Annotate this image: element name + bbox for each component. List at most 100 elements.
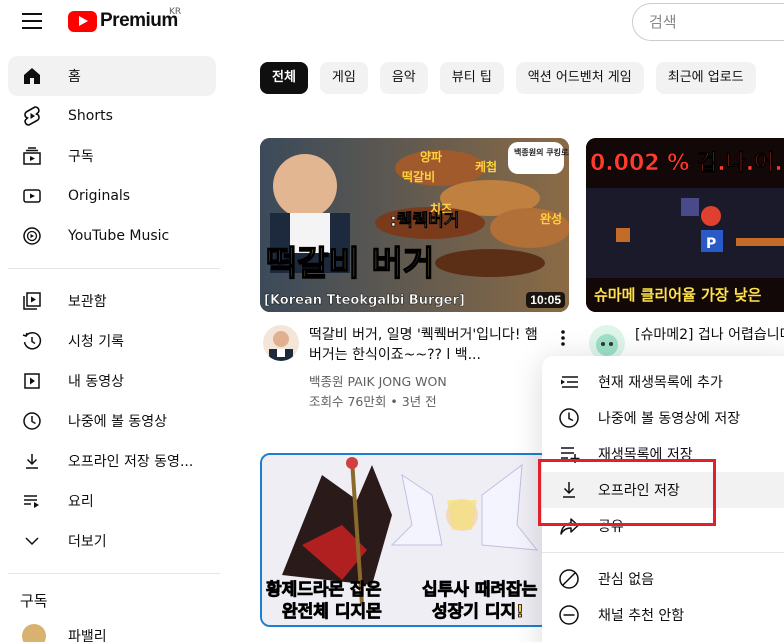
video-title[interactable]: 떡갈비 버거, 일명 '퀙퀙버거'입니다! 햄버거는 한식이죠~~?? l 백.…: [309, 325, 544, 365]
video-duration: 10:05: [526, 292, 565, 308]
chip-all[interactable]: 전체: [260, 62, 308, 94]
sidebar-item-label: 보관함: [68, 294, 107, 310]
svg-text:P: P: [706, 236, 716, 252]
logo-text: Premium: [100, 10, 178, 31]
sidebar-item-label: YouTube Music: [68, 228, 170, 244]
video-thumbnail-2[interactable]: P 0.002 % 겁.나.어. 슈마메 클리어율 가장 낮은: [586, 138, 784, 312]
sidebar-item-home[interactable]: 홈: [8, 56, 216, 96]
menu-item-not-interested[interactable]: 관심 없음: [542, 561, 784, 597]
video-stats: 조회수 76만회 • 3년 전: [309, 394, 437, 409]
menu-item-label: 채널 추천 안함: [598, 608, 685, 624]
sidebar-item-originals[interactable]: Originals: [8, 176, 216, 216]
video-title[interactable]: [슈마메2] 겁나 어렵습니다...: [635, 325, 784, 345]
digimon-thumbnail-art: 황제드라몬 잡은 완전체 디지몬 십투사 때려잡는 성장기 디지!: [262, 455, 548, 625]
video-thumbnail-3[interactable]: 황제드라몬 잡은 완전체 디지몬 십투사 때려잡는 성장기 디지!: [260, 453, 550, 627]
menu-item-label: 관심 없음: [598, 572, 654, 588]
sidebar-item-label: 나중에 볼 동영상: [68, 414, 168, 430]
chip-beauty-tips[interactable]: 뷰티 팁: [439, 62, 504, 94]
originals-icon: [22, 186, 42, 206]
library-icon: [22, 291, 42, 311]
burger-thumbnail-art: 떡갈비 양파 치즈 케첩 완성 백종원의 쿠킹로그 :퀙퀙버거 떡갈비 버거 […: [260, 138, 569, 312]
sidebar-item-label: 오프라인 저장 동영...: [68, 454, 194, 470]
chip-gaming[interactable]: 게임: [319, 62, 368, 94]
channel-name[interactable]: 백종원 PAIK JONG WON: [309, 372, 447, 392]
youtube-premium-logo[interactable]: Premium: [68, 10, 178, 32]
sidebar-item-label: Shorts: [68, 108, 113, 124]
watch-later-icon: [558, 407, 580, 429]
thumb-text-right-bottom: 성장기 디지!: [432, 602, 524, 622]
sidebar-item-label: 내 동영상: [68, 374, 124, 390]
thumb-tag-ketchup: 케첩: [475, 159, 497, 174]
mario-thumbnail-art: P 0.002 % 겁.나.어. 슈마메 클리어율 가장 낮은: [586, 138, 784, 312]
sidebar-item-library[interactable]: 보관함: [8, 281, 216, 321]
sidebar-item-shorts[interactable]: Shorts: [8, 96, 216, 136]
chevron-down-icon: [22, 531, 42, 551]
shorts-icon: [22, 106, 42, 126]
sidebar-item-label: 구독: [68, 149, 94, 165]
menu-item-add-to-queue[interactable]: 현재 재생목록에 추가: [542, 364, 784, 400]
add-to-queue-icon: [558, 371, 580, 393]
playlist-icon: [22, 491, 42, 511]
thumb-tag-done: 완성: [540, 212, 562, 226]
search-input[interactable]: 검색: [632, 3, 784, 41]
masthead: Premium KR 검색: [0, 0, 784, 44]
menu-item-label: 나중에 볼 동영상에 저장: [598, 411, 741, 427]
sidebar-item-label: 홈: [68, 69, 81, 85]
thumb-text-right-top: 십투사 때려잡는: [422, 580, 538, 600]
thumb-title: 떡갈비 버거: [266, 244, 434, 284]
home-icon: [22, 66, 42, 86]
sidebar-item-label: 시청 기록: [68, 334, 124, 350]
sidebar-item-show-more[interactable]: 더보기: [8, 521, 216, 561]
sidebar-item-youtube-music[interactable]: YouTube Music: [8, 216, 216, 256]
not-interested-icon: [558, 568, 580, 590]
sidebar-divider: [8, 268, 220, 269]
watch-later-icon: [22, 411, 42, 431]
sidebar-item-label: 더보기: [68, 534, 107, 550]
menu-divider: [542, 552, 784, 553]
chip-action-adventure[interactable]: 액션 어드벤처 게임: [515, 62, 644, 94]
download-icon: [22, 451, 42, 471]
sidebar-subscription-item[interactable]: 파밸리: [8, 616, 216, 642]
sidebar-item-playlist-cooking[interactable]: 요리: [8, 481, 216, 521]
sidebar-item-your-videos[interactable]: 내 동영상: [8, 361, 216, 401]
sidebar-item-label: 파밸리: [68, 629, 107, 642]
channel-avatar: [22, 624, 46, 642]
thumb-tag-tteokgalbi: 떡갈비: [402, 169, 435, 184]
thumb-text-left-bottom: 완전체 디지몬: [282, 602, 382, 622]
region-code: KR: [169, 7, 182, 17]
sidebar-item-label: Originals: [68, 188, 131, 204]
youtube-play-icon: [68, 10, 97, 32]
thumb-bubble-text: 백종원의 쿠킹로그: [514, 147, 569, 157]
sidebar-divider: [8, 573, 220, 574]
sidebar-item-subscriptions[interactable]: 구독: [8, 136, 216, 176]
menu-icon[interactable]: [22, 13, 42, 29]
youtube-page: Premium KR 검색 홈 Shorts 구독 Originals YouT…: [0, 0, 784, 642]
thumb-headline: 0.002 % 겁.나.어.: [590, 151, 783, 176]
channel-avatar[interactable]: [263, 325, 299, 361]
sidebar-item-label: 요리: [68, 494, 94, 510]
thumb-bottom-text: 슈마메 클리어율 가장 낮은: [594, 286, 762, 304]
menu-item-dont-recommend-channel[interactable]: 채널 추천 안함: [542, 597, 784, 633]
sidebar-item-watch-later[interactable]: 나중에 볼 동영상: [8, 401, 216, 441]
menu-item-label: 현재 재생목록에 추가: [598, 375, 723, 391]
youtube-music-icon: [22, 226, 42, 246]
sidebar: 홈 Shorts 구독 Originals YouTube Music 보관함 …: [0, 56, 228, 642]
thumb-tag-onion: 양파: [420, 149, 442, 164]
chip-music[interactable]: 음악: [379, 62, 428, 94]
subscriptions-icon: [22, 146, 42, 166]
video-thumbnail-1[interactable]: 떡갈비 양파 치즈 케첩 완성 백종원의 쿠킹로그 :퀙퀙버거 떡갈비 버거 […: [260, 138, 569, 312]
sidebar-item-downloads[interactable]: 오프라인 저장 동영...: [8, 441, 216, 481]
thumb-caption: [Korean Tteokgalbi Burger]: [264, 293, 465, 308]
history-icon: [22, 331, 42, 351]
thumb-text-left-top: 황제드라몬 잡은: [266, 580, 382, 600]
menu-item-watch-later[interactable]: 나중에 볼 동영상에 저장: [542, 400, 784, 436]
annotation-highlight-box: [538, 459, 716, 526]
sidebar-item-history[interactable]: 시청 기록: [8, 321, 216, 361]
subscriptions-section-title: 구독: [20, 592, 48, 610]
filter-chip-bar: 전체 게임 음악 뷰티 팁 액션 어드벤처 게임 최근에 업로드: [260, 62, 756, 94]
your-videos-icon: [22, 371, 42, 391]
dont-recommend-icon: [558, 604, 580, 626]
chip-recently-uploaded[interactable]: 최근에 업로드: [655, 62, 756, 94]
thumb-subtitle: :퀙퀙버거: [390, 210, 459, 231]
more-actions-icon[interactable]: [557, 328, 569, 348]
